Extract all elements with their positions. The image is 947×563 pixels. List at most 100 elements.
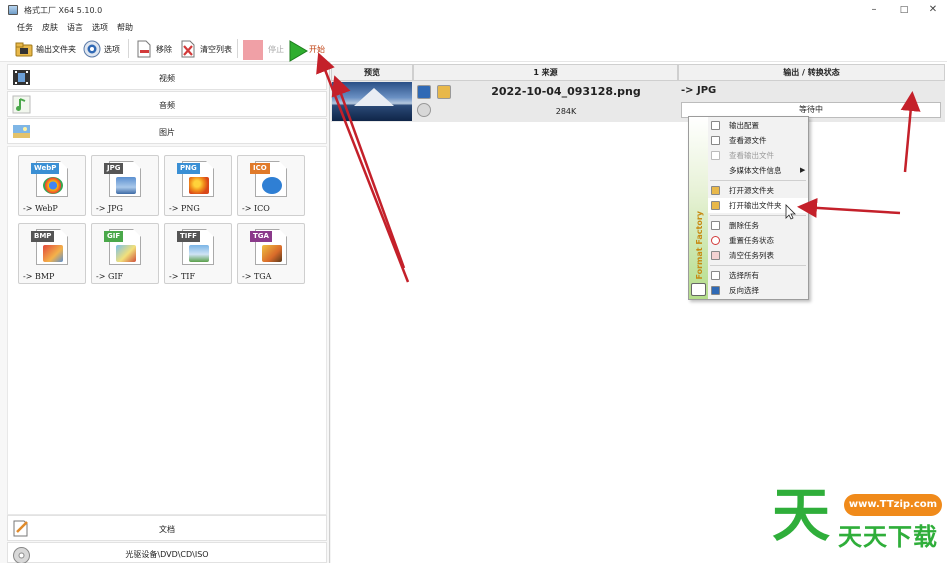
column-header-output[interactable]: 输出 / 转换状态 xyxy=(678,64,945,81)
category-disc[interactable]: 光驱设备\DVD\CD\ISO xyxy=(7,542,327,563)
file-icon xyxy=(711,136,720,145)
folder-icon xyxy=(15,40,33,58)
menu-separator xyxy=(710,180,806,181)
menu-separator xyxy=(710,215,806,216)
maximize-button[interactable]: □ xyxy=(893,3,915,17)
format-label: -> TIF xyxy=(169,272,195,281)
left-panel: 视频 音频 图片 WebP -> WebP JPG -> JPG PNG -> … xyxy=(0,62,330,563)
config-icon xyxy=(711,121,720,130)
watermark-url: www.TTzip.com xyxy=(844,494,942,516)
menu-delete-task[interactable]: 删除任务 xyxy=(708,218,808,233)
format-label: -> ICO xyxy=(242,204,270,213)
play-icon xyxy=(288,40,308,62)
format-tag: TGA xyxy=(250,231,272,242)
preview-thumbnail xyxy=(332,82,412,121)
settings-icon[interactable] xyxy=(417,103,431,117)
format-label: -> BMP xyxy=(23,272,55,281)
png-flower-icon xyxy=(189,177,209,194)
toolbar-divider xyxy=(128,39,129,58)
menu-task[interactable]: 任务 xyxy=(17,22,33,33)
format-label: -> TGA xyxy=(242,272,272,281)
category-audio[interactable]: 音频 xyxy=(7,91,327,117)
format-tag: BMP xyxy=(31,231,55,242)
format-tile-gif[interactable]: GIF -> GIF xyxy=(91,223,159,284)
reset-icon xyxy=(711,236,720,245)
remove-label: 移除 xyxy=(156,44,172,54)
menu-view-output[interactable]: 查看输出文件 xyxy=(708,148,808,163)
category-document-label: 文档 xyxy=(159,525,175,534)
format-tile-tga[interactable]: TGA -> TGA xyxy=(237,223,305,284)
format-tile-jpg[interactable]: JPG -> JPG xyxy=(91,155,159,216)
remove-button[interactable]: 移除 xyxy=(135,37,172,61)
format-tile-ico[interactable]: ICO -> ICO xyxy=(237,155,305,216)
menu-open-output-folder[interactable]: 打开输出文件夹 xyxy=(708,198,808,213)
menu-select-all[interactable]: 选择所有 xyxy=(708,268,808,283)
clear-icon xyxy=(711,251,720,260)
menu-clear-task-list[interactable]: 清空任务列表 xyxy=(708,248,808,263)
column-header-preview[interactable]: 预览 xyxy=(331,64,413,81)
format-tile-webp[interactable]: WebP -> WebP xyxy=(18,155,86,216)
format-tag: JPG xyxy=(104,163,124,174)
menu-reset-task-status[interactable]: 重置任务状态 xyxy=(708,233,808,248)
minimize-button[interactable]: – xyxy=(863,3,885,17)
menu-help[interactable]: 帮助 xyxy=(117,22,133,33)
stop-button[interactable]: 停止 xyxy=(243,37,284,61)
clear-list-button[interactable]: 清空列表 xyxy=(179,37,232,61)
menu-bar: 任务 皮肤 语言 选项 帮助 xyxy=(0,20,947,35)
app-logo-icon xyxy=(8,5,18,15)
stop-label: 停止 xyxy=(268,44,284,54)
format-tag: GIF xyxy=(104,231,124,242)
menu-skin[interactable]: 皮肤 xyxy=(42,22,58,33)
options-button[interactable]: 选项 xyxy=(83,37,120,61)
start-button[interactable]: 开始 xyxy=(288,37,325,62)
format-tile-tif[interactable]: TIFF -> TIF xyxy=(164,223,232,284)
bmp-art-icon xyxy=(43,245,63,262)
menu-output-config[interactable]: 输出配置 xyxy=(708,118,808,133)
info-icon[interactable] xyxy=(417,85,431,99)
toolbar-divider xyxy=(237,39,238,58)
menu-options[interactable]: 选项 xyxy=(92,22,108,33)
image-format-grid: WebP -> WebP JPG -> JPG PNG -> PNG ICO -… xyxy=(7,146,327,515)
category-audio-label: 音频 xyxy=(159,101,175,110)
remove-doc-icon xyxy=(135,40,153,58)
context-menu-brand: Format Factory xyxy=(695,211,704,280)
category-disc-label: 光驱设备\DVD\CD\ISO xyxy=(125,550,209,559)
invert-selection-icon xyxy=(711,286,720,295)
format-label: -> PNG xyxy=(169,204,200,213)
column-header-source[interactable]: 1 来源 xyxy=(413,64,678,81)
close-button[interactable]: ✕ xyxy=(922,3,944,17)
format-tile-png[interactable]: PNG -> PNG xyxy=(164,155,232,216)
folder-icon xyxy=(711,186,720,195)
output-folder-label: 输出文件夹 xyxy=(36,44,76,54)
task-row[interactable]: 2022-10-04_093128.png 284K -> JPG 等待中 xyxy=(331,81,945,122)
menu-language[interactable]: 语言 xyxy=(67,22,83,33)
mountain-shape xyxy=(354,88,394,106)
format-label: -> JPG xyxy=(96,204,123,213)
context-menu: Format Factory 输出配置 查看源文件 查看输出文件 多媒体文件信息… xyxy=(688,116,809,300)
menu-view-source[interactable]: 查看源文件 xyxy=(708,133,808,148)
format-tag: TIFF xyxy=(177,231,200,242)
format-tag: ICO xyxy=(250,163,270,174)
jpg-landscape-icon xyxy=(116,177,136,194)
tga-art-icon xyxy=(262,245,282,262)
submenu-arrow-icon: ▶ xyxy=(800,166,806,174)
output-format: -> JPG xyxy=(681,85,717,96)
tif-landscape-icon xyxy=(189,245,209,262)
options-label: 选项 xyxy=(104,44,120,54)
category-document[interactable]: 文档 xyxy=(7,515,327,541)
menu-invert-selection[interactable]: 反向选择 xyxy=(708,283,808,298)
folder-icon xyxy=(711,201,720,210)
output-folder-button[interactable]: 输出文件夹 xyxy=(15,37,76,61)
category-image[interactable]: 图片 xyxy=(7,118,327,144)
format-tile-bmp[interactable]: BMP -> BMP xyxy=(18,223,86,284)
menu-open-source-folder[interactable]: 打开源文件夹 xyxy=(708,183,808,198)
toolbar: 输出文件夹 选项 移除 清空列表 停止 开始 xyxy=(0,35,947,62)
format-label: -> GIF xyxy=(96,272,124,281)
menu-media-info[interactable]: 多媒体文件信息 ▶ xyxy=(708,163,808,178)
start-label: 开始 xyxy=(309,44,325,54)
category-video-label: 视频 xyxy=(159,74,175,83)
watermark-logo-char: 天 xyxy=(772,481,831,549)
category-video[interactable]: 视频 xyxy=(7,64,327,90)
source-filename: 2022-10-04_093128.png xyxy=(491,85,641,98)
menu-separator xyxy=(710,265,806,266)
